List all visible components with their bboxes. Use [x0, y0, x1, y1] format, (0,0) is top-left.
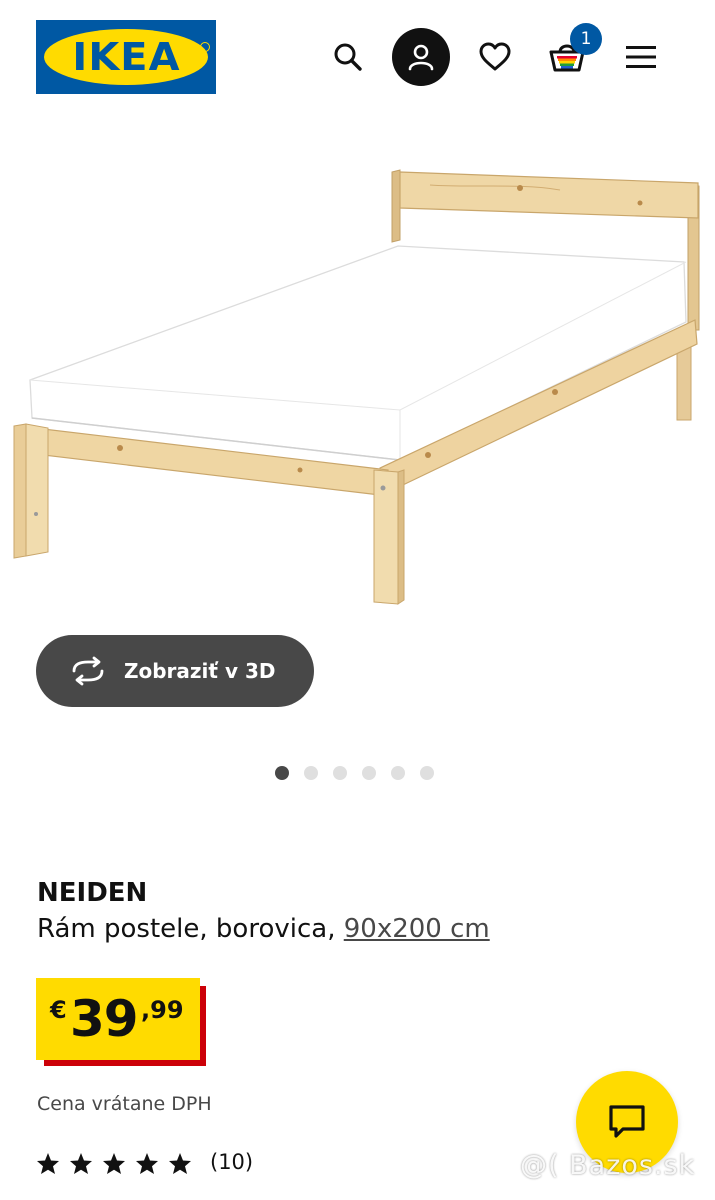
star-icon [70, 1153, 92, 1174]
heart-icon [479, 42, 511, 71]
carousel-indicator [275, 766, 434, 780]
logo-oval: IKEA [44, 29, 208, 85]
star-icon [103, 1153, 125, 1174]
view-in-3d-label: Zobraziť v 3D [124, 659, 276, 683]
carousel-dot[interactable] [362, 766, 376, 780]
favourites-button[interactable] [466, 28, 524, 86]
chat-icon [609, 1105, 645, 1138]
rotate-3d-icon [72, 656, 104, 686]
star-icon [136, 1153, 158, 1174]
watermark: @( Bazos.sk [520, 1150, 696, 1181]
ikea-logo[interactable]: IKEA [36, 20, 216, 94]
carousel-dot[interactable] [391, 766, 405, 780]
menu-button[interactable] [612, 28, 670, 86]
carousel-dot[interactable] [420, 766, 434, 780]
price-currency: € [50, 996, 67, 1024]
price-integer: 39 [70, 990, 139, 1048]
rating-stars[interactable] [36, 1152, 192, 1175]
vat-note: Cena vrátane DPH [37, 1093, 212, 1115]
star-icon [37, 1153, 59, 1174]
logo-text: IKEA [71, 35, 181, 79]
product-size-link[interactable]: 90x200 cm [344, 914, 490, 944]
cart-count-badge: 1 [570, 23, 602, 55]
product-image[interactable] [0, 160, 715, 630]
menu-icon [626, 46, 656, 68]
search-icon [334, 43, 362, 71]
product-description: Rám postele, borovica, 90x200 cm [37, 914, 490, 944]
carousel-dot[interactable] [304, 766, 318, 780]
review-count[interactable]: (10) [210, 1150, 253, 1174]
product-name: NEIDEN [37, 878, 148, 908]
view-in-3d-button[interactable]: Zobraziť v 3D [36, 635, 314, 707]
star-icon [169, 1153, 191, 1174]
carousel-dot[interactable] [275, 766, 289, 780]
registered-mark [200, 42, 210, 52]
price-decimal: ,99 [141, 996, 184, 1024]
search-button[interactable] [319, 28, 377, 86]
profile-icon [408, 44, 434, 71]
product-type: Rám postele, borovica, [37, 914, 336, 944]
carousel-dot[interactable] [333, 766, 347, 780]
profile-button[interactable] [392, 28, 450, 86]
